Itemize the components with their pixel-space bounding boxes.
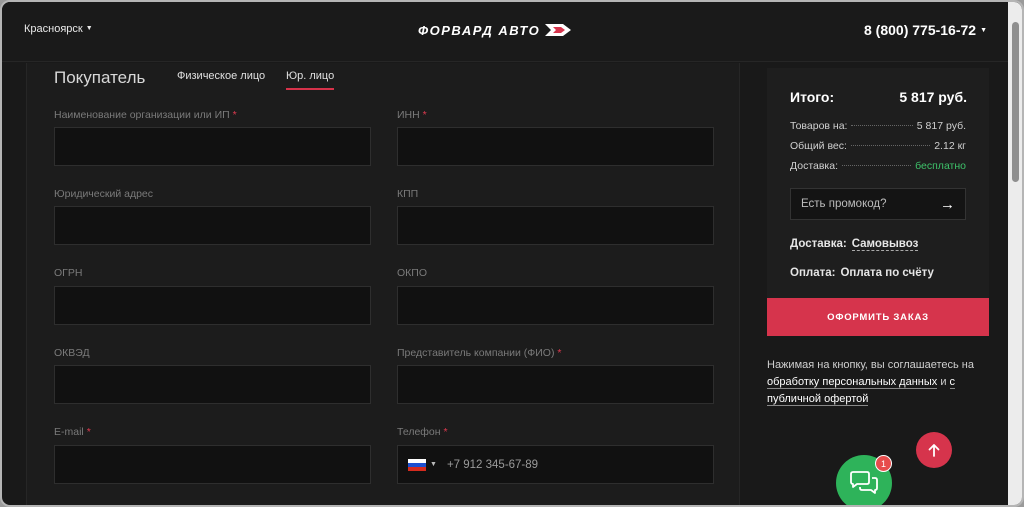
items-label: Товаров на: — [790, 120, 848, 132]
ogrn-input[interactable] — [54, 286, 371, 325]
total-label: Итого: — [790, 89, 835, 105]
representative-label: Представитель компании (ФИО) * — [397, 347, 562, 359]
weight-value: 2.12 кг — [934, 140, 966, 152]
city-selector[interactable]: Красноярск ▼ — [24, 23, 93, 35]
representative-input[interactable] — [397, 365, 714, 404]
phone-input[interactable]: ▼ +7 912 345-67-89 — [397, 445, 714, 484]
weight-row: Общий вес: 2.12 кг — [790, 140, 966, 152]
okpo-label: ОКПО — [397, 267, 427, 279]
okpo-input[interactable] — [397, 286, 714, 325]
place-order-button[interactable]: ОФОРМИТЬ ЗАКАЗ — [767, 298, 989, 336]
logo-arrow-icon — [545, 24, 572, 36]
chat-icon — [850, 471, 878, 494]
order-sidebar: Итого: 5 817 руб. Товаров на: 5 817 руб. … — [742, 63, 1010, 505]
okved-input[interactable] — [54, 365, 371, 404]
delivery-cost-label: Доставка: — [790, 160, 839, 172]
total-value: 5 817 руб. — [899, 89, 967, 105]
arrow-up-icon — [928, 444, 940, 457]
payment-method: Оплата: Оплата по счёту — [790, 267, 934, 279]
order-summary: Итого: 5 817 руб. Товаров на: 5 817 руб. … — [767, 68, 989, 298]
agreement-text: Нажимая на кнопку, вы соглашаетесь на об… — [767, 357, 993, 408]
okved-label: ОКВЭД — [54, 347, 90, 359]
personal-data-link[interactable]: обработку персональных данных — [767, 376, 938, 389]
delivery-method-value[interactable]: Самовывоз — [851, 238, 919, 251]
phone-placeholder: +7 912 345-67-89 — [446, 458, 539, 471]
kpp-label: КПП — [397, 188, 419, 200]
russia-flag-icon[interactable] — [408, 458, 426, 471]
delivery-method-label: Доставка: — [790, 238, 847, 250]
tab-individual[interactable]: Физическое лицо — [177, 70, 265, 88]
items-value: 5 817 руб. — [916, 120, 966, 132]
inn-input[interactable] — [397, 127, 714, 166]
payment-label: Оплата: — [790, 267, 836, 279]
browser-frame: Красноярск ▼ ФОРВАРД АВТО 8 (800) 775-16-… — [0, 0, 1024, 507]
buyer-form: Покупатель Физическое лицо Юр. лицо Наим… — [26, 63, 740, 505]
caret-down-icon: ▼ — [85, 25, 93, 32]
org-name-input[interactable] — [54, 127, 371, 166]
header-phone[interactable]: 8 (800) 775-16-72 ▼ — [864, 22, 987, 38]
phone-label: Телефон * — [397, 426, 448, 438]
weight-label: Общий вес: — [790, 140, 847, 152]
delivery-cost-row: Доставка: бесплатно — [790, 160, 966, 172]
agreement-and: и — [940, 376, 947, 388]
promo-placeholder: Есть промокод? — [801, 198, 887, 210]
kpp-input[interactable] — [397, 206, 714, 245]
phone-number: 8 (800) 775-16-72 — [864, 22, 977, 38]
ogrn-label: ОГРН — [54, 267, 83, 279]
promo-code-input[interactable]: Есть промокод? → — [790, 188, 966, 220]
logo-text: ФОРВАРД АВТО — [418, 22, 541, 38]
scrollbar-thumb[interactable] — [1012, 22, 1019, 182]
site-logo[interactable]: ФОРВАРД АВТО — [418, 20, 572, 40]
section-title: Покупатель — [54, 68, 146, 87]
city-name: Красноярск — [24, 23, 83, 35]
agreement-prefix: Нажимая на кнопку, вы соглашаетесь на — [767, 359, 974, 371]
delivery-method: Доставка: Самовывоз — [790, 238, 919, 251]
items-row: Товаров на: 5 817 руб. — [790, 120, 966, 132]
arrow-right-icon[interactable]: → — [940, 196, 955, 213]
org-name-label: Наименование организации или ИП * — [54, 109, 237, 121]
scrollbar[interactable] — [1008, 2, 1022, 505]
caret-down-icon: ▼ — [980, 27, 988, 34]
payment-value: Оплата по счёту — [840, 267, 934, 279]
inn-label: ИНН * — [397, 109, 427, 121]
legal-address-label: Юридический адрес — [54, 188, 154, 200]
chat-notification-badge: 1 — [875, 455, 892, 472]
delivery-cost-value: бесплатно — [915, 160, 966, 172]
scroll-up-button[interactable] — [916, 432, 952, 468]
legal-address-input[interactable] — [54, 206, 371, 245]
tab-legal-entity[interactable]: Юр. лицо — [286, 70, 335, 90]
email-input[interactable] — [54, 445, 371, 484]
email-label: E-mail * — [54, 426, 91, 438]
caret-down-icon: ▼ — [430, 461, 437, 468]
site-header: Красноярск ▼ ФОРВАРД АВТО 8 (800) 775-16-… — [2, 2, 1022, 62]
